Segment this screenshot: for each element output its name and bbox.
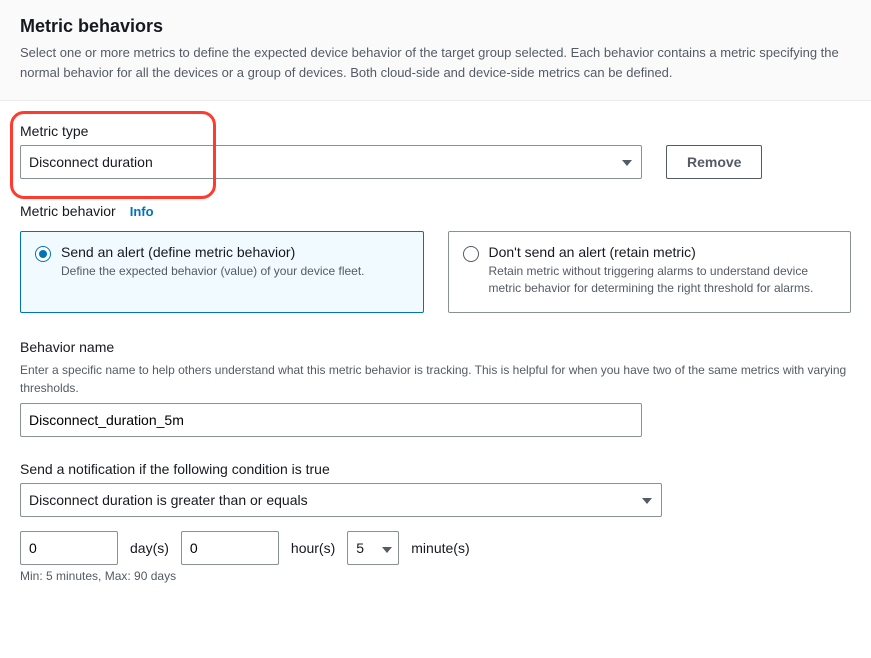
radio-desc: Retain metric without triggering alarms … bbox=[489, 263, 837, 298]
radio-option-retain-metric[interactable]: Don't send an alert (retain metric) Reta… bbox=[448, 231, 852, 313]
metric-type-label: Metric type bbox=[20, 123, 642, 139]
page-title: Metric behaviors bbox=[20, 16, 851, 37]
hours-input[interactable] bbox=[181, 531, 279, 565]
time-inputs-row: day(s) hour(s) 5 minute(s) bbox=[20, 531, 851, 565]
min-max-hint: Min: 5 minutes, Max: 90 days bbox=[20, 569, 851, 583]
content-area: Metric type Disconnect duration Remove M… bbox=[0, 101, 871, 627]
radio-dot-icon bbox=[35, 246, 51, 262]
behavior-name-block: Behavior name Enter a specific name to h… bbox=[20, 339, 851, 437]
radio-desc: Define the expected behavior (value) of … bbox=[61, 263, 365, 280]
radio-option-send-alert[interactable]: Send an alert (define metric behavior) D… bbox=[20, 231, 424, 313]
behavior-name-label: Behavior name bbox=[20, 339, 851, 355]
info-link[interactable]: Info bbox=[130, 204, 154, 219]
page-description: Select one or more metrics to define the… bbox=[20, 43, 851, 82]
minutes-unit: minute(s) bbox=[411, 540, 469, 556]
radio-title: Don't send an alert (retain metric) bbox=[489, 244, 837, 260]
minutes-select[interactable]: 5 bbox=[347, 531, 399, 565]
metric-type-row: Metric type Disconnect duration Remove bbox=[20, 123, 851, 179]
condition-block: Send a notification if the following con… bbox=[20, 461, 851, 583]
condition-value: Disconnect duration is greater than or e… bbox=[29, 492, 308, 508]
radio-title: Send an alert (define metric behavior) bbox=[61, 244, 365, 260]
condition-label: Send a notification if the following con… bbox=[20, 461, 851, 477]
header-section: Metric behaviors Select one or more metr… bbox=[0, 0, 871, 101]
minutes-value: 5 bbox=[356, 540, 364, 556]
metric-behavior-label: Metric behavior bbox=[20, 203, 116, 219]
metric-type-value: Disconnect duration bbox=[29, 154, 153, 170]
chevron-down-icon bbox=[382, 540, 392, 556]
radio-dot-icon bbox=[463, 246, 479, 262]
days-unit: day(s) bbox=[130, 540, 169, 556]
remove-button[interactable]: Remove bbox=[666, 145, 762, 179]
metric-type-select[interactable]: Disconnect duration bbox=[20, 145, 642, 179]
hours-unit: hour(s) bbox=[291, 540, 335, 556]
behavior-name-input[interactable] bbox=[20, 403, 642, 437]
radio-group: Send an alert (define metric behavior) D… bbox=[20, 231, 851, 313]
condition-select[interactable]: Disconnect duration is greater than or e… bbox=[20, 483, 662, 517]
days-input[interactable] bbox=[20, 531, 118, 565]
behavior-name-help: Enter a specific name to help others und… bbox=[20, 361, 851, 397]
metric-behavior-header: Metric behavior Info bbox=[20, 203, 851, 219]
